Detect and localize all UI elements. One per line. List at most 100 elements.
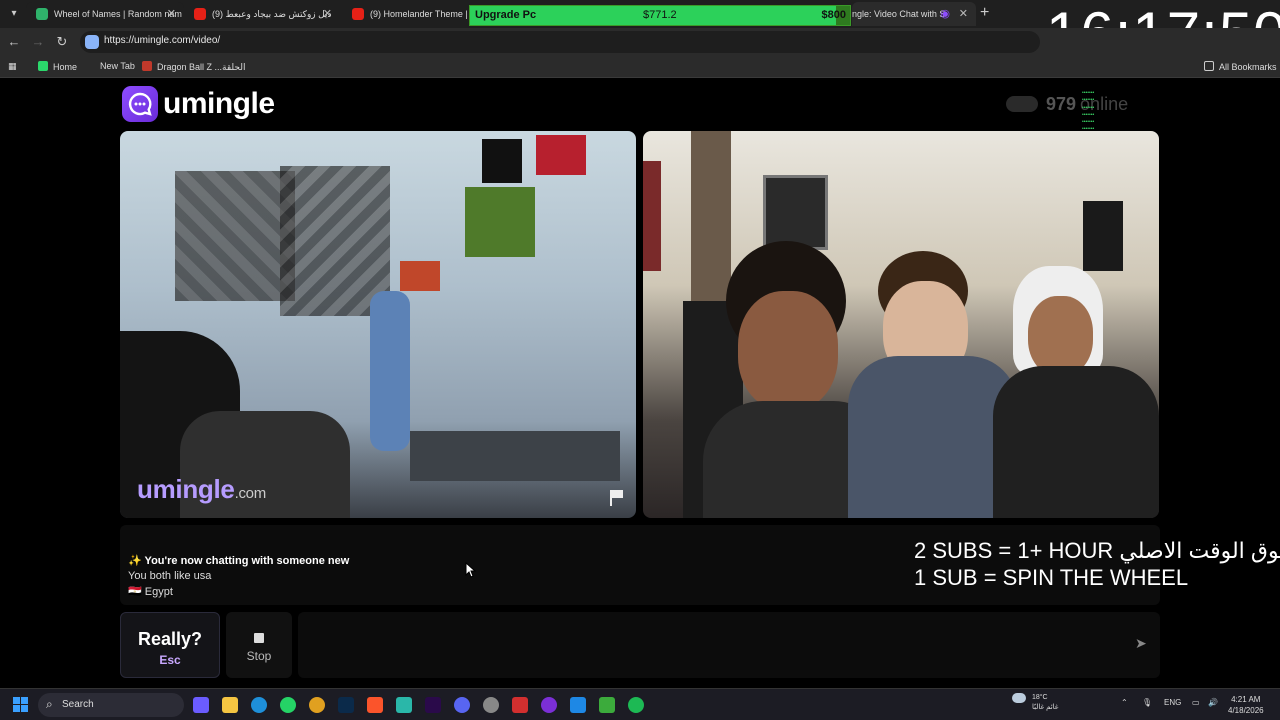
photoshop-icon[interactable] xyxy=(338,697,354,713)
tab-youtube-1[interactable]: (9) ديل زوكتش ضد بيجاد وعبعط ✕ xyxy=(184,2,340,26)
spotify-icon[interactable] xyxy=(628,697,644,713)
bookmark-label: Home xyxy=(53,62,78,72)
umingle-page: umingle 979 online ••••••• ••••••• ••••••• •… xyxy=(0,79,1280,688)
taskbar-time: 4:21 AM xyxy=(1231,695,1261,704)
whatsapp-icon[interactable] xyxy=(280,697,296,713)
close-tab-icon[interactable]: ✕ xyxy=(323,2,332,26)
bookmark-label: Dragon Ball Z ...الحلقة xyxy=(157,62,246,72)
acrobat-icon[interactable] xyxy=(512,697,528,713)
windows-start-icon[interactable] xyxy=(13,697,29,713)
stream-rules-overlay: 2 SUBS = 1+ HOUR فوق الوقت الاصلي 1 SUB … xyxy=(914,537,1280,591)
youtube-favicon-icon xyxy=(194,8,206,20)
obs-icon[interactable] xyxy=(483,697,499,713)
search-label: Search xyxy=(62,699,94,710)
site-info-icon[interactable] xyxy=(85,35,99,49)
tab-search-icon[interactable]: ▾ xyxy=(6,6,22,22)
apps-grid-icon[interactable]: ▦ xyxy=(8,61,17,72)
framed-poster xyxy=(763,175,828,250)
logo-text: umingle xyxy=(163,87,275,120)
window-icon[interactable] xyxy=(570,697,586,713)
send-icon[interactable]: ➤ xyxy=(1135,635,1151,651)
minecraft-icon[interactable] xyxy=(599,697,615,713)
report-flag-icon[interactable] xyxy=(610,490,624,506)
red-box xyxy=(536,135,586,175)
tab-wheel-of-names[interactable]: Wheel of Names | Random nam ✕ xyxy=(26,2,184,26)
weather-desc: غائم غالبًا xyxy=(1031,704,1059,711)
weather-widget[interactable]: 18°C غائم غالبًا xyxy=(1012,693,1058,713)
shoe-box xyxy=(400,261,440,291)
hanging-jacket xyxy=(1083,201,1123,271)
bookmark-label: All Bookmarks xyxy=(1219,62,1277,72)
weather-temp: 18°C xyxy=(1031,694,1048,701)
camo-box xyxy=(465,187,535,257)
chat-country: 🇪🇬 Egypt xyxy=(128,586,173,598)
tab-title: ngle: Video Chat with S xyxy=(852,9,946,19)
close-tab-icon[interactable]: ✕ xyxy=(167,2,176,26)
all-bookmarks[interactable]: All Bookmarks xyxy=(1204,61,1277,72)
forward-icon[interactable]: → xyxy=(30,34,46,49)
person-robe xyxy=(993,366,1159,518)
chat-common-interest: You both like usa xyxy=(128,570,212,582)
address-bar[interactable]: https://umingle.com/video/ xyxy=(80,31,1040,53)
tab-title: (9) ديل زوكتش ضد بيجاد وعبعط xyxy=(212,9,332,19)
cloud-icon xyxy=(1012,693,1026,703)
audio-icon: ◉ xyxy=(940,8,950,20)
brave-icon[interactable] xyxy=(367,697,383,713)
kick-icon xyxy=(38,61,48,71)
wheel-favicon-icon xyxy=(36,8,48,20)
new-tab-button[interactable]: + xyxy=(980,4,989,22)
wall-poster xyxy=(643,161,661,271)
bookmark-home[interactable]: Home xyxy=(38,61,77,72)
close-tab-icon[interactable]: ✕ xyxy=(959,2,968,26)
person-face xyxy=(738,291,838,411)
tab-title: Wheel of Names | Random nam xyxy=(54,9,182,19)
remote-video xyxy=(643,131,1159,518)
reload-icon[interactable]: ↻ xyxy=(54,34,70,50)
wall-posters xyxy=(280,166,390,316)
microphone-icon[interactable]: 🎙 xyxy=(1142,698,1152,707)
youtube-favicon-icon xyxy=(352,8,364,20)
site-icon xyxy=(142,61,152,71)
network-icon[interactable]: ▭ xyxy=(1192,698,1200,707)
local-video: umingle.com xyxy=(120,131,636,518)
capcut-icon[interactable] xyxy=(396,697,412,713)
bookmark-new-tab[interactable]: New Tab xyxy=(100,61,135,71)
premiere-icon[interactable] xyxy=(425,697,441,713)
wall-posters xyxy=(175,171,295,301)
tab-umingle-active[interactable]: ngle: Video Chat with S ◉ ✕ xyxy=(852,2,976,26)
tray-chevron-icon[interactable]: ⌃ xyxy=(1121,698,1128,707)
bookmark-label: New Tab xyxy=(100,61,135,71)
app-icon[interactable] xyxy=(541,697,557,713)
bookmark-dragon-ball[interactable]: Dragon Ball Z ...الحلقة xyxy=(142,61,245,73)
message-input[interactable] xyxy=(298,612,1160,678)
goal-target: $800 xyxy=(821,9,846,21)
discord-icon[interactable] xyxy=(454,697,470,713)
tab-youtube-2[interactable]: (9) Homelander Theme | The xyxy=(342,2,468,26)
stop-button[interactable]: Stop xyxy=(226,612,292,678)
back-icon[interactable]: ← xyxy=(6,34,22,49)
language-indicator[interactable]: ENG xyxy=(1164,698,1181,707)
goal-label: Upgrade Pc xyxy=(475,9,537,21)
url-text[interactable]: https://umingle.com/video/ xyxy=(104,35,220,46)
chrome-icon[interactable] xyxy=(309,697,325,713)
edge-icon[interactable] xyxy=(251,697,267,713)
shoe-shelf xyxy=(410,431,620,481)
goal-current: $771.2 xyxy=(643,9,677,21)
skip-button-label: Really? xyxy=(137,629,203,649)
taskbar-date: 4/18/2026 xyxy=(1228,706,1264,715)
chat-system-message: ✨ You're now chatting with someone new xyxy=(128,555,350,567)
chat-bubble-icon xyxy=(122,86,158,122)
browser-toolbar: ← → ↻ https://umingle.com/video/ xyxy=(0,28,1280,56)
volume-icon[interactable]: 🔊 xyxy=(1208,698,1218,707)
file-explorer-icon[interactable] xyxy=(222,697,238,713)
taskbar-clock[interactable]: 4:21 AM 4/18/2026 xyxy=(1228,694,1264,716)
tab-title: (9) Homelander Theme | The xyxy=(370,9,468,19)
teams-icon[interactable] xyxy=(193,697,209,713)
bookmarks-bar: ▦ Home New Tab Dragon Ball Z ...الحلقة A… xyxy=(0,56,1280,78)
mask-box xyxy=(482,139,522,183)
umingle-watermark: umingle.com xyxy=(137,474,266,504)
rule-line: 1 SUB = SPIN THE WHEEL xyxy=(914,565,1189,590)
taskbar-search[interactable]: ⌕ Search xyxy=(38,693,184,717)
skip-button[interactable]: Really? Esc xyxy=(120,612,220,678)
stop-icon xyxy=(254,633,264,643)
